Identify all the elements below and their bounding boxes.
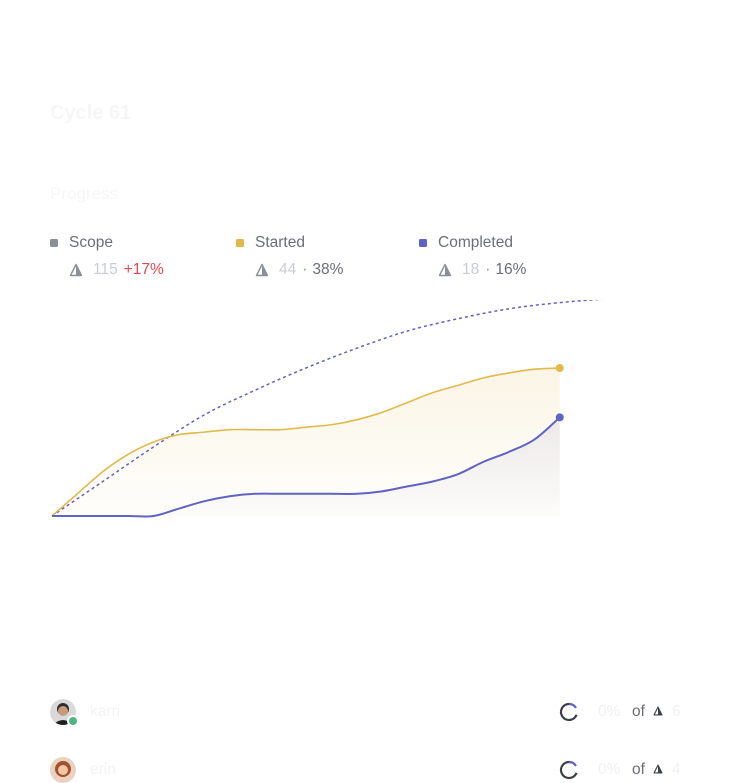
assignee-percent: 0% [598,703,621,720]
completed-end-point[interactable] [555,413,564,422]
assignee-count: 6 [672,703,681,720]
assignee-percent: 0% [598,761,621,778]
estimate-icon [255,263,269,277]
progress-chart [51,300,604,518]
separator: · [485,261,491,278]
started-swatch [236,239,244,247]
estimate-icon [438,263,452,277]
completed-count: 18 [462,261,480,278]
of-label: of [632,761,645,778]
legend-started: Started 44 · 38% [236,234,343,279]
estimate-icon [69,263,83,277]
completed-percent: 16% [495,261,527,278]
estimate-icon [653,764,663,774]
legend-label: Completed [438,234,513,251]
scope-swatch [50,239,58,247]
started-percent: 38% [312,261,344,278]
assignee-row[interactable]: karri 0% of 6 [50,699,690,727]
legend-completed: Completed 18 · 16% [419,234,526,279]
cycle-title: Cycle 61 [50,102,132,124]
scope-count: 115 [93,261,118,278]
assignee-row[interactable]: erin 0% of 4 [50,757,690,783]
progress-ring-icon [559,702,579,722]
progress-section-title: Progress [50,184,119,203]
legend-label: Scope [69,234,113,251]
estimate-icon [653,706,663,716]
legend-label: Started [255,234,305,251]
scope-delta: +17% [123,261,164,278]
started-end-point[interactable] [555,364,564,372]
completed-swatch [419,239,427,247]
assignee-name: karri [90,703,121,720]
legend-scope: Scope 115 +17% [50,234,164,279]
started-count: 44 [279,261,297,278]
assignee-count: 4 [672,761,681,778]
of-label: of [632,703,645,720]
avatar [50,757,76,783]
assignee-name: erin [90,761,116,778]
progress-ring-icon [559,760,579,780]
separator: · [302,261,308,278]
online-status-dot [67,715,79,727]
